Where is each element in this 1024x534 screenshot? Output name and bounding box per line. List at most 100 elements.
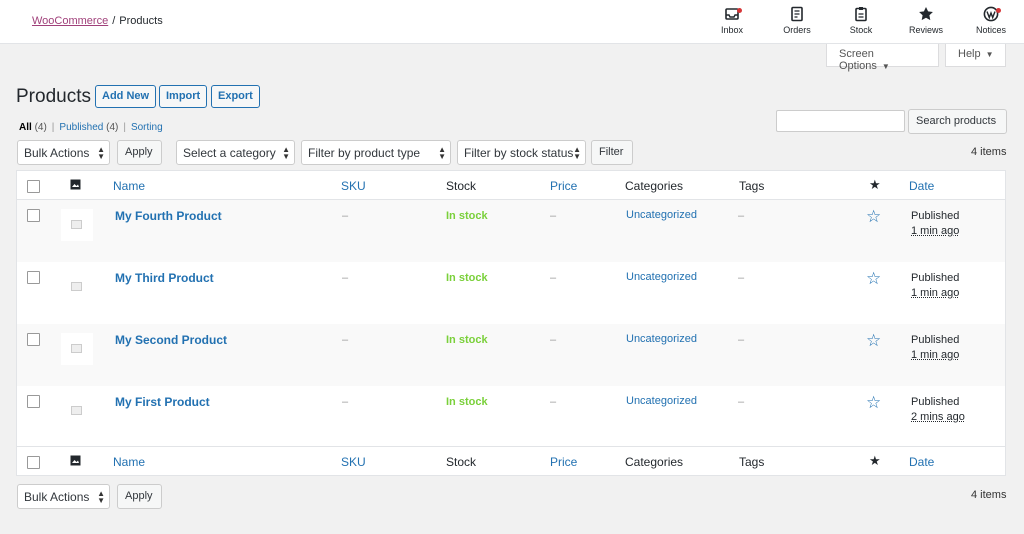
screen-options-label: Screen Options: [839, 48, 877, 72]
row-checkbox[interactable]: [27, 271, 40, 284]
activity-stock[interactable]: Stock: [831, 6, 891, 35]
import-button[interactable]: Import: [159, 85, 208, 108]
stock-status: In stock: [446, 210, 488, 222]
add-new-button[interactable]: Add New: [95, 85, 157, 108]
activity-inbox[interactable]: Inbox: [702, 6, 762, 35]
featured-toggle-star-icon[interactable]: ☆: [866, 207, 881, 227]
column-date-header[interactable]: Date: [909, 179, 934, 193]
status-filter-links: All (4) | Published (4) | Sorting: [19, 122, 163, 133]
search-input[interactable]: [776, 110, 905, 132]
filter-published-link[interactable]: Published (4): [59, 122, 118, 133]
apply-button[interactable]: Apply: [117, 140, 162, 165]
row-checkbox[interactable]: [27, 209, 40, 222]
export-button[interactable]: Export: [211, 85, 260, 108]
column-date-header[interactable]: Date: [909, 455, 934, 469]
column-price-header[interactable]: Price: [550, 455, 577, 469]
woocommerce-header: WooCommerce / Products Inbox Orders Stock …: [0, 0, 1024, 44]
breadcrumb: WooCommerce / Products: [32, 15, 163, 27]
bulk-actions-value: Bulk Actions: [24, 146, 90, 160]
select-arrows-icon: ▲ ▼: [282, 145, 290, 161]
column-name-header[interactable]: Name: [113, 455, 145, 469]
column-sku-header[interactable]: SKU: [341, 179, 366, 193]
publish-date: Published 2 mins ago: [911, 395, 965, 425]
column-price-header[interactable]: Price: [550, 179, 577, 193]
table-row: My Fourth Product – In stock – Uncategor…: [17, 200, 1005, 262]
product-sku: –: [342, 272, 349, 284]
category-link[interactable]: Uncategorized: [626, 271, 697, 283]
chevron-down-icon: ▼: [985, 50, 994, 59]
featured-toggle-star-icon[interactable]: ☆: [866, 269, 881, 289]
publish-status: Published: [911, 334, 960, 346]
activity-reviews[interactable]: Reviews: [896, 6, 956, 35]
filter-separator: |: [51, 122, 55, 133]
category-link[interactable]: Uncategorized: [626, 395, 697, 407]
publish-status: Published: [911, 272, 960, 284]
product-type-select-value: Filter by product type: [308, 146, 421, 160]
category-link[interactable]: Uncategorized: [626, 209, 697, 221]
stock-status: In stock: [446, 396, 488, 408]
help-button[interactable]: Help ▼: [945, 44, 1006, 67]
product-name-link[interactable]: My Fourth Product: [115, 209, 222, 223]
stock-status: In stock: [446, 272, 488, 284]
product-thumbnail[interactable]: [61, 209, 93, 241]
activity-notices[interactable]: Notices: [961, 6, 1021, 35]
product-thumbnail[interactable]: [61, 395, 93, 427]
select-arrows-icon: ▲ ▼: [97, 489, 105, 505]
category-link[interactable]: Uncategorized: [626, 333, 697, 345]
stock-status-select-value: Filter by stock status: [464, 146, 574, 160]
product-name-link[interactable]: My Second Product: [115, 333, 227, 347]
activity-stock-label: Stock: [849, 25, 873, 35]
column-categories-header: Categories: [625, 179, 684, 193]
stock-status-select[interactable]: Filter by stock status ▲ ▼: [457, 140, 586, 165]
featured-star-icon[interactable]: ★: [869, 453, 881, 469]
featured-star-icon[interactable]: ★: [869, 177, 881, 193]
product-price: –: [550, 334, 557, 346]
publish-time-ago: 1 min ago: [911, 225, 960, 237]
publish-time-ago: 1 min ago: [911, 287, 960, 299]
publish-date: Published 1 min ago: [911, 271, 959, 301]
screen-options-button[interactable]: Screen Options ▼: [826, 44, 939, 72]
product-name-link[interactable]: My Third Product: [115, 271, 214, 285]
star-icon: [919, 7, 933, 21]
product-thumbnail[interactable]: [61, 271, 93, 303]
image-column-icon: [70, 179, 81, 190]
select-all-checkbox[interactable]: [27, 180, 40, 193]
image-column-icon: [70, 455, 81, 466]
help-label: Help: [958, 48, 981, 60]
stock-icon: [855, 7, 867, 22]
filter-published-count: (4): [106, 122, 119, 133]
column-name-header[interactable]: Name: [113, 179, 145, 193]
filter-all-link[interactable]: All (4): [19, 122, 47, 133]
row-checkbox[interactable]: [27, 333, 40, 346]
product-thumbnail[interactable]: [61, 333, 93, 365]
bulk-actions-select[interactable]: Bulk Actions ▲ ▼: [17, 140, 110, 165]
publish-status: Published: [911, 396, 960, 408]
table-row: My Second Product – In stock – Uncategor…: [17, 324, 1005, 386]
product-sku: –: [342, 334, 349, 346]
apply-button-bottom[interactable]: Apply: [117, 484, 162, 509]
category-select[interactable]: Select a category ▲ ▼: [176, 140, 295, 165]
search-products-button[interactable]: Search products: [908, 109, 1007, 134]
product-tags: –: [738, 396, 745, 408]
featured-toggle-star-icon[interactable]: ☆: [866, 393, 881, 413]
select-arrows-icon: ▲ ▼: [438, 145, 446, 161]
category-select-value: Select a category: [183, 146, 276, 160]
row-checkbox[interactable]: [27, 395, 40, 408]
column-sku-header[interactable]: SKU: [341, 455, 366, 469]
filter-all-label: All: [19, 122, 32, 133]
filter-button[interactable]: Filter: [591, 140, 633, 165]
activity-inbox-label: Inbox: [720, 25, 744, 35]
breadcrumb-woocommerce-link[interactable]: WooCommerce: [32, 15, 108, 27]
select-all-checkbox[interactable]: [27, 456, 40, 469]
bulk-actions-select-bottom[interactable]: Bulk Actions ▲ ▼: [17, 484, 110, 509]
product-name-link[interactable]: My First Product: [115, 395, 210, 409]
product-type-select[interactable]: Filter by product type ▲ ▼: [301, 140, 451, 165]
orders-icon: [791, 6, 803, 22]
sorting-link[interactable]: Sorting: [131, 122, 163, 133]
items-count-bottom: 4 items: [971, 489, 1007, 501]
placeholder-image-icon: [71, 406, 82, 415]
featured-toggle-star-icon[interactable]: ☆: [866, 331, 881, 351]
publish-time-ago: 2 mins ago: [911, 411, 965, 423]
publish-date: Published 1 min ago: [911, 333, 959, 363]
activity-orders[interactable]: Orders: [767, 6, 827, 35]
